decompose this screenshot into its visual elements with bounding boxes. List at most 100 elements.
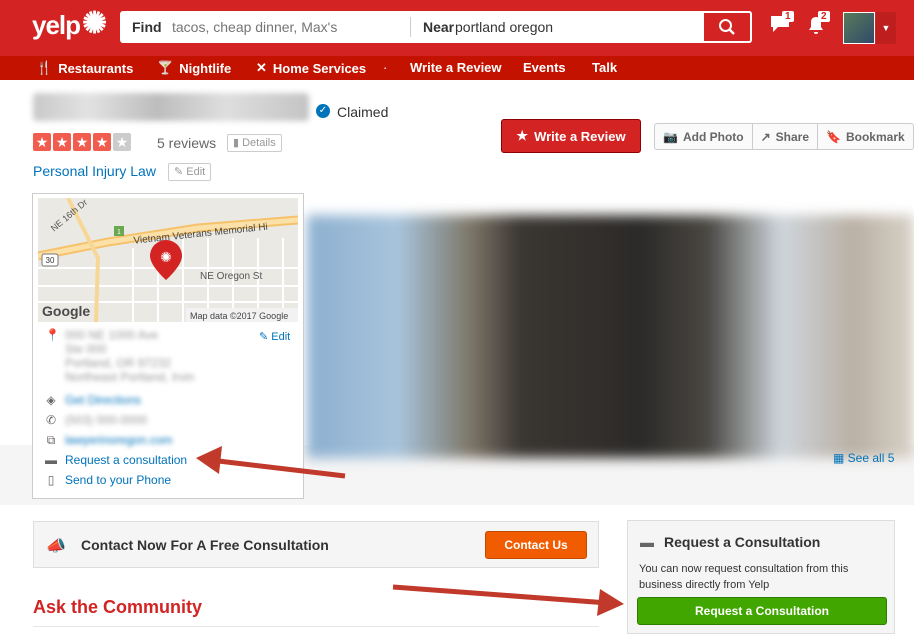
divider [33, 626, 599, 627]
send-to-phone-link[interactable]: Send to your Phone [65, 473, 171, 487]
edit-info-link[interactable]: ✎ Edit [259, 330, 290, 343]
phone-icon: ✆ [45, 413, 57, 427]
business-photo-blurred[interactable] [307, 215, 914, 458]
nav-label: Nightlife [179, 60, 232, 76]
star-icon: ★ [53, 133, 71, 151]
find-label: Find [132, 19, 162, 35]
logo-text: yelp [32, 10, 81, 40]
directions-link-blurred[interactable]: Get Directions [65, 393, 141, 407]
messages-badge: 1 [782, 11, 794, 22]
mobile-phone-icon: ▯ [47, 473, 55, 487]
svg-text:1: 1 [117, 229, 121, 236]
bar-chart-icon: ▮ [233, 137, 243, 149]
edit-label: Edit [186, 166, 206, 178]
yelp-burst-icon: ✺ [82, 7, 107, 40]
star-icon: ★ [33, 133, 51, 151]
find-input[interactable] [172, 15, 402, 39]
star-empty-icon: ★ [113, 133, 131, 151]
nav-home-services[interactable]: ✕ Home Services [256, 60, 366, 76]
camera-icon: 📷 [663, 129, 678, 144]
user-avatar[interactable] [843, 12, 875, 44]
website-link-blurred[interactable]: lawyerinoregon.com [65, 433, 172, 447]
nav-separator: · [383, 60, 388, 75]
star-icon: ★ [516, 128, 529, 143]
see-all-label: See all 5 [847, 451, 895, 465]
yelp-business-page: yelp✺ Find Near 1 2 ▼ 🍴Restaurants 🍸Nigh… [0, 0, 914, 635]
request-consultation-button[interactable]: Request a Consultation [637, 597, 887, 625]
request-consultation-row[interactable]: ▬ Request a consultation [45, 453, 187, 467]
search-icon [719, 19, 735, 35]
cocktail-icon: 🍸 [157, 60, 174, 75]
directions-icon: ◈ [46, 393, 56, 407]
contact-us-button[interactable]: Contact Us [485, 531, 587, 559]
write-review-label: Write a Review [534, 128, 626, 144]
write-review-button[interactable]: ★ Write a Review [501, 119, 641, 153]
request-consultation-box: ▬ Request a Consultation You can now req… [627, 520, 895, 634]
checkmark-icon: ✓ [316, 104, 330, 118]
notifications-badge: 2 [818, 11, 830, 22]
street-label-oregon-st: NE Oregon St [200, 271, 262, 282]
external-link-icon: ⧉ [46, 433, 56, 447]
address-line: Portland, OR 97232 [65, 356, 172, 370]
nav-label: Restaurants [58, 60, 134, 76]
map-attribution: Map data ©2017 Google [190, 311, 288, 321]
star-rating: ★ ★ ★ ★ ★ [33, 133, 131, 151]
address-row: 📍 000 NE 1000 Ave Ste 000 Portland, OR 9… [45, 328, 194, 384]
add-photo-button[interactable]: 📷 Add Photo [655, 124, 752, 149]
account-menu-caret[interactable]: ▼ [876, 12, 896, 44]
add-photo-label: Add Photo [682, 129, 744, 144]
nav-restaurants[interactable]: 🍴 Restaurants [36, 60, 133, 76]
svg-text:✺: ✺ [160, 249, 172, 265]
grid-icon: ▦ [833, 451, 848, 465]
consultation-title: Request a Consultation [664, 534, 821, 550]
review-count: 5 reviews [157, 135, 217, 151]
request-consultation-link[interactable]: Request a consultation [65, 453, 187, 467]
yelp-logo[interactable]: yelp ✺ [32, 7, 107, 41]
share-button[interactable]: ↗ Share [751, 124, 817, 149]
nav-events[interactable]: Events [523, 60, 566, 75]
chevron-down-icon: ▼ [881, 23, 891, 33]
search-bar: Find Near [120, 11, 752, 43]
comment-icon: ▬ [45, 453, 57, 467]
messages-button[interactable]: 1 [770, 11, 794, 37]
megaphone-icon: 📣 [46, 538, 66, 555]
top-header: yelp✺ Find Near 1 2 ▼ [0, 0, 914, 56]
nav-talk[interactable]: Talk [592, 60, 617, 75]
star-icon: ★ [73, 133, 91, 151]
route-shield-label: 30 [46, 256, 55, 265]
phone-row: ✆ (503) 000-0000 [45, 413, 147, 427]
share-icon: ↗ [760, 129, 771, 144]
address-line: Northeast Portland, Irvin [65, 370, 195, 384]
map[interactable]: 1 30 NE 16th Dr Vietnam Veterans Memoria… [38, 198, 298, 322]
address-blurred: 000 NE 1000 Ave Ste 000 Portland, OR 972… [65, 328, 194, 384]
directions-row[interactable]: ◈ Get Directions [45, 393, 141, 407]
nav-label: Home Services [272, 60, 367, 76]
contact-cta-box: 📣 Contact Now For A Free Consultation Co… [33, 521, 599, 568]
search-button[interactable] [704, 11, 752, 43]
see-all-photos-link[interactable]: ▦ See all 5 [833, 451, 894, 465]
bookmark-icon: 🔖 [826, 129, 841, 144]
search-divider [410, 17, 411, 37]
category-nav: 🍴 Restaurants 🍸 Nightlife ✕ Home Services ·… [0, 56, 914, 80]
bookmark-button[interactable]: 🔖 Bookmark [817, 124, 913, 149]
address-line: 000 NE 1000 Ave [65, 328, 159, 342]
nav-nightlife[interactable]: 🍸 Nightlife [157, 60, 231, 76]
claimed-label: Claimed [337, 104, 389, 120]
nav-write-review[interactable]: Write a Review [410, 60, 502, 75]
website-row[interactable]: ⧉ lawyerinoregon.com [45, 433, 173, 448]
tools-icon: ✕ [256, 60, 267, 75]
arrow-to-consult-button [392, 584, 609, 606]
category-link[interactable]: Personal Injury Law [33, 163, 156, 179]
send-to-phone-row[interactable]: ▯ Send to your Phone [45, 473, 171, 487]
near-input[interactable] [455, 15, 695, 39]
pencil-icon: ✎ [259, 331, 272, 343]
near-label: Near [423, 19, 455, 35]
share-label: Share [775, 129, 810, 144]
edit-category-button[interactable]: ✎ Edit [168, 163, 212, 181]
map-info-card: 1 30 NE 16th Dr Vietnam Veterans Memoria… [32, 193, 304, 499]
notifications-button[interactable]: 2 [806, 11, 830, 37]
pencil-icon: ✎ [174, 166, 187, 178]
details-button[interactable]: ▮ Details [227, 134, 282, 152]
google-logo: Google [42, 303, 90, 319]
bookmark-label: Bookmark [845, 129, 905, 144]
